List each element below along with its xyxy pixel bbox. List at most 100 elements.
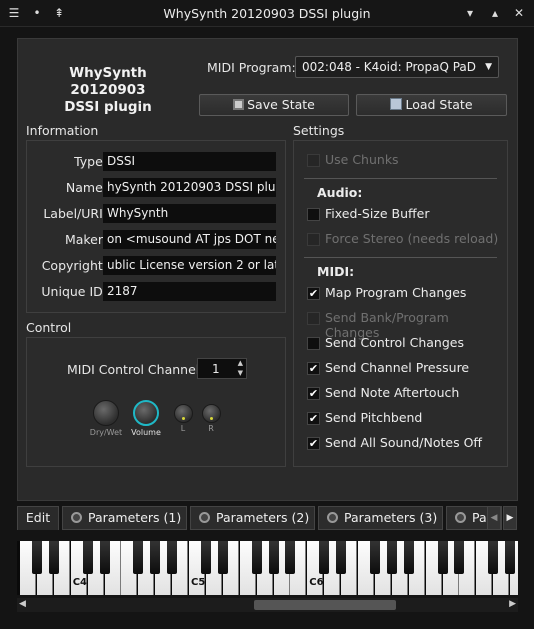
- tab-scroll-right-icon[interactable]: ▶: [503, 506, 517, 530]
- control-group: MIDI Control Channel: 1 ▲ ▼ Dry/Wet Volu…: [26, 337, 286, 467]
- pan-right-knob[interactable]: [202, 404, 221, 423]
- black-key[interactable]: [31, 541, 42, 574]
- send-channel-pressure-checkbox[interactable]: ✔: [307, 362, 320, 375]
- settings-group: Use Chunks Audio: Fixed-Size Buffer Forc…: [293, 140, 508, 467]
- black-key[interactable]: [48, 541, 59, 574]
- midi-header: MIDI:: [317, 264, 355, 279]
- midi-program-label: MIDI Program:: [207, 60, 296, 75]
- info-label-name: Name:: [65, 180, 107, 195]
- information-title: Information: [26, 123, 99, 138]
- black-key[interactable]: [454, 541, 465, 574]
- info-label-type: Type:: [74, 154, 107, 169]
- force-stereo-checkbox[interactable]: [307, 233, 320, 246]
- load-state-label: Load State: [405, 97, 473, 112]
- plugin-main-panel: WhySynth 20120903 DSSI plugin MIDI Progr…: [17, 38, 518, 501]
- black-key[interactable]: [403, 541, 414, 574]
- load-state-button[interactable]: Load State: [356, 94, 507, 116]
- spin-down-icon[interactable]: ▼: [238, 369, 243, 377]
- title-bar: ☰ • ⇞ WhySynth 20120903 DSSI plugin ▾ ▴ …: [0, 0, 534, 27]
- info-label-uri: Label/URI:: [43, 206, 107, 221]
- information-group: Type: DSSI Name: hySynth 20120903 DSSI p…: [26, 140, 286, 313]
- fixed-size-buffer-label: Fixed-Size Buffer: [325, 206, 430, 221]
- midi-control-channel-value: 1: [212, 362, 220, 376]
- radio-icon: [455, 512, 466, 523]
- midi-control-channel-spinbox[interactable]: 1 ▲ ▼: [197, 358, 247, 379]
- chevron-down-icon: ▼: [485, 62, 492, 72]
- midi-program-value: 002:048 - K4oid: PropaQ PaD: [302, 60, 477, 74]
- black-key[interactable]: [167, 541, 178, 574]
- close-icon[interactable]: ✕: [511, 5, 527, 21]
- send-bank-program-changes-checkbox[interactable]: [307, 312, 320, 325]
- tab-parameters-1[interactable]: Parameters (1): [62, 506, 187, 530]
- pan-left-indicator: [182, 417, 185, 420]
- black-key[interactable]: [82, 541, 93, 574]
- fixed-size-buffer-checkbox[interactable]: [307, 208, 320, 221]
- black-key[interactable]: [369, 541, 380, 574]
- info-value-name: hySynth 20120903 DSSI plugin: [103, 178, 276, 197]
- black-key[interactable]: [505, 541, 516, 574]
- maximize-icon[interactable]: ▴: [487, 5, 503, 21]
- tab-parameters-3-label: Parameters (3): [344, 510, 438, 525]
- send-all-sound-notes-off-checkbox[interactable]: ✔: [307, 437, 320, 450]
- piano-keyboard[interactable]: C4 C5 C6: [17, 541, 518, 595]
- tab-parameters-2-label: Parameters (2): [216, 510, 310, 525]
- tab-parameters-2[interactable]: Parameters (2): [190, 506, 315, 530]
- black-key[interactable]: [319, 541, 330, 574]
- black-key[interactable]: [268, 541, 279, 574]
- spin-up-icon[interactable]: ▲: [238, 359, 243, 367]
- tab-scroll-left-icon[interactable]: ◀: [487, 506, 501, 530]
- send-note-aftertouch-label: Send Note Aftertouch: [325, 385, 460, 400]
- black-key[interactable]: [200, 541, 211, 574]
- black-key[interactable]: [386, 541, 397, 574]
- octave-label: C4: [72, 577, 87, 588]
- map-program-changes-checkbox[interactable]: ✔: [307, 287, 320, 300]
- black-key[interactable]: [217, 541, 228, 574]
- use-chunks-checkbox[interactable]: [307, 154, 320, 167]
- scrollbar-thumb[interactable]: [254, 600, 396, 610]
- black-key[interactable]: [99, 541, 110, 574]
- info-value-maker: on <musound AT jps DOT net>: [103, 230, 276, 249]
- dry-wet-knob[interactable]: [93, 400, 119, 426]
- octave-label: C6: [309, 577, 324, 588]
- pan-left-knob[interactable]: [174, 404, 193, 423]
- black-key[interactable]: [150, 541, 161, 574]
- info-value-copyright: ublic License version 2 or later: [103, 256, 276, 275]
- save-icon: [233, 99, 245, 110]
- info-value-unique-id: 2187: [103, 282, 276, 301]
- midi-program-select[interactable]: 002:048 - K4oid: PropaQ PaD ▼: [295, 56, 499, 78]
- radio-icon: [327, 512, 338, 523]
- black-key[interactable]: [251, 541, 262, 574]
- black-key[interactable]: [336, 541, 347, 574]
- scroll-left-icon[interactable]: ◀: [19, 599, 26, 609]
- info-label-unique-id: Unique ID:: [41, 284, 107, 299]
- save-state-button[interactable]: Save State: [199, 94, 349, 116]
- send-pitchbend-label: Send Pitchbend: [325, 410, 423, 425]
- tab-parameters-4-label: Pa: [472, 510, 487, 525]
- plugin-name: WhySynth 20120903 DSSI plugin: [64, 65, 152, 115]
- pan-right-label: R: [208, 424, 214, 433]
- save-state-label: Save State: [247, 97, 315, 112]
- info-value-type: DSSI: [103, 152, 276, 171]
- map-program-changes-label: Map Program Changes: [325, 285, 467, 300]
- send-control-changes-checkbox[interactable]: [307, 337, 320, 350]
- force-stereo-label: Force Stereo (needs reload): [325, 231, 499, 246]
- send-channel-pressure-label: Send Channel Pressure: [325, 360, 470, 375]
- settings-title: Settings: [293, 123, 345, 138]
- tab-edit[interactable]: Edit: [17, 506, 59, 530]
- black-key[interactable]: [437, 541, 448, 574]
- black-key[interactable]: [133, 541, 144, 574]
- dry-wet-label: Dry/Wet: [89, 428, 123, 437]
- window-title: WhySynth 20120903 DSSI plugin: [163, 6, 371, 21]
- send-pitchbend-checkbox[interactable]: ✔: [307, 412, 320, 425]
- volume-knob[interactable]: [133, 400, 159, 426]
- info-value-uri: WhySynth: [103, 204, 276, 223]
- keyboard-scrollbar[interactable]: ◀ ▶: [17, 598, 518, 612]
- black-key[interactable]: [488, 541, 499, 574]
- send-all-sound-notes-off-label: Send All Sound/Notes Off: [325, 435, 483, 450]
- radio-icon: [71, 512, 82, 523]
- tab-parameters-3[interactable]: Parameters (3): [318, 506, 443, 530]
- minimize-icon[interactable]: ▾: [462, 5, 478, 21]
- black-key[interactable]: [285, 541, 296, 574]
- scroll-right-icon[interactable]: ▶: [509, 599, 516, 609]
- send-note-aftertouch-checkbox[interactable]: ✔: [307, 387, 320, 400]
